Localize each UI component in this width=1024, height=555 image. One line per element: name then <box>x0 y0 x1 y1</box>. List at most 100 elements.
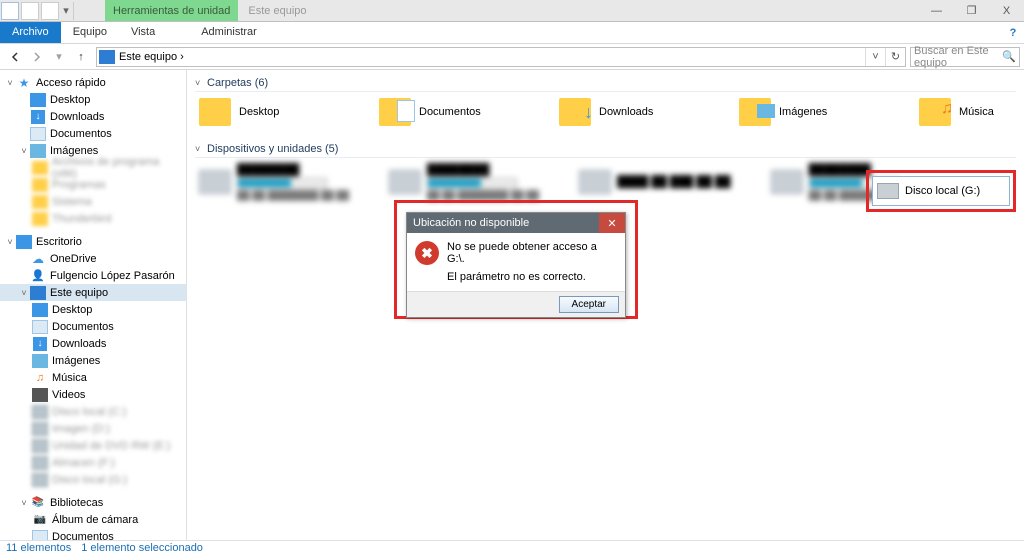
sidebar-blur-3[interactable]: Sistema <box>0 193 186 210</box>
ribbon-tabs: Archivo Equipo Vista Administrar ? <box>0 22 1024 44</box>
sidebar-blur-2[interactable]: Programas <box>0 176 186 193</box>
up-button[interactable]: ↑ <box>70 46 92 68</box>
breadcrumb[interactable]: Este equipo › <box>119 51 184 63</box>
folder-icon <box>559 98 591 126</box>
window-title: Este equipo <box>248 5 306 17</box>
tab-administrar[interactable]: Administrar <box>189 22 269 43</box>
folder-desktop[interactable]: Desktop <box>199 98 319 126</box>
drive-blur-2[interactable]: ██████████ ██ ████████ ██ ██ <box>389 164 539 200</box>
folder-musica[interactable]: Música <box>919 98 1024 126</box>
address-bar[interactable]: Este equipo › ˅ ↻ <box>96 47 906 67</box>
drive-blur-1[interactable]: ██████████ ██ ████████ ██ ██ <box>199 164 349 200</box>
refresh-button[interactable]: ↻ <box>885 48 905 66</box>
help-button[interactable]: ? <box>1002 22 1024 43</box>
sidebar-drive-5[interactable]: Disco local (G:) <box>0 471 186 488</box>
sidebar-blur-4[interactable]: Thunderbird <box>0 210 186 227</box>
cloud-icon <box>30 252 46 266</box>
sidebar-documentos-2[interactable]: Documentos <box>0 318 186 335</box>
accept-button[interactable]: Aceptar <box>559 296 619 313</box>
hdd-icon <box>32 405 48 419</box>
minimize-button[interactable]: — <box>919 0 954 22</box>
address-dropdown-icon[interactable]: ˅ <box>865 48 885 66</box>
status-selection: 1 elemento seleccionado <box>81 542 203 554</box>
folder-icon <box>32 212 48 226</box>
context-tab-drive-tools[interactable]: Herramientas de unidad <box>105 0 238 21</box>
title-bar: ▾ Herramientas de unidad Este equipo — ❐… <box>0 0 1024 22</box>
images-icon <box>32 354 48 368</box>
sidebar-musica[interactable]: Música <box>0 369 186 386</box>
sidebar-onedrive[interactable]: OneDrive <box>0 250 186 267</box>
dialog-message-2: El parámetro no es correcto. <box>447 271 617 283</box>
drive-blur-3[interactable]: ████ ██ ███ ██ ██ <box>579 164 731 200</box>
hdd-icon <box>32 456 48 470</box>
sidebar-imagenes-2[interactable]: Imágenes <box>0 352 186 369</box>
hdd-icon <box>32 439 48 453</box>
sidebar-videos[interactable]: Videos <box>0 386 186 403</box>
sidebar-escritorio[interactable]: ˅Escritorio <box>0 233 186 250</box>
download-icon <box>32 337 48 351</box>
pc-icon <box>30 286 46 300</box>
sidebar-drive-3[interactable]: Unidad de DVD RW (E:) <box>0 437 186 454</box>
document-icon <box>30 127 46 141</box>
close-button[interactable]: X <box>989 0 1024 22</box>
history-dropdown[interactable]: ▾ <box>48 46 70 68</box>
error-icon: ✖ <box>415 241 439 265</box>
folders-group-header[interactable]: ˅Carpetas (6) <box>195 74 1016 92</box>
search-box[interactable]: Buscar en Este equipo 🔍 <box>910 47 1020 67</box>
folder-documentos[interactable]: Documentos <box>379 98 499 126</box>
qat-dropdown-icon[interactable]: ▾ <box>60 4 72 17</box>
sidebar-desktop-2[interactable]: Desktop <box>0 301 186 318</box>
qat-btn-2[interactable] <box>41 2 59 20</box>
forward-button[interactable] <box>26 46 48 68</box>
folder-icon <box>199 98 231 126</box>
sidebar-this-pc[interactable]: ˅Este equipo <box>0 284 186 301</box>
tab-vista[interactable]: Vista <box>119 22 167 43</box>
sidebar-desktop[interactable]: Desktop <box>0 91 186 108</box>
sidebar-quick-access[interactable]: ˅Acceso rápido <box>0 74 186 91</box>
download-icon <box>30 110 46 124</box>
sidebar-downloads-2[interactable]: Downloads <box>0 335 186 352</box>
sidebar-drive-4[interactable]: Almacen (F:) <box>0 454 186 471</box>
drives-group-header[interactable]: ˅Dispositivos y unidades (5) <box>195 140 1016 158</box>
desktop-icon <box>30 93 46 107</box>
folder-icon[interactable] <box>1 2 19 20</box>
sidebar-camera-roll[interactable]: Álbum de cámara <box>0 511 186 528</box>
sidebar-drive-2[interactable]: Imagen (D:) <box>0 420 186 437</box>
nav-row: ▾ ↑ Este equipo › ˅ ↻ Buscar en Este equ… <box>0 44 1024 70</box>
dialog-titlebar[interactable]: Ubicación no disponible ✕ <box>407 213 625 233</box>
hdd-icon <box>32 473 48 487</box>
dialog-close-button[interactable]: ✕ <box>599 213 625 233</box>
status-item-count: 11 elementos <box>6 542 71 554</box>
hdd-icon <box>877 183 899 199</box>
hdd-icon <box>32 422 48 436</box>
folder-icon <box>32 161 48 175</box>
back-button[interactable] <box>4 46 26 68</box>
folder-icon <box>32 195 48 209</box>
sidebar-libraries[interactable]: ˅Bibliotecas <box>0 494 186 511</box>
desktop-icon <box>32 303 48 317</box>
sidebar-drive-1[interactable]: Disco local (C:) <box>0 403 186 420</box>
qat-btn-1[interactable] <box>21 2 39 20</box>
folders-group: ˅Carpetas (6) Desktop Documentos Downloa… <box>195 74 1016 132</box>
music-icon <box>32 371 48 385</box>
navigation-pane: ˅Acceso rápido Desktop Downloads Documen… <box>0 70 187 540</box>
sidebar-user[interactable]: Fulgencio López Pasarón <box>0 267 186 284</box>
folder-icon <box>919 98 951 126</box>
error-dialog: Ubicación no disponible ✕ ✖ No se puede … <box>406 212 626 318</box>
tab-equipo[interactable]: Equipo <box>61 22 119 43</box>
sidebar-blur-1[interactable]: Archivos de programa (x86) <box>0 159 186 176</box>
user-icon <box>30 269 46 283</box>
folder-imagenes[interactable]: Imágenes <box>739 98 859 126</box>
quick-access-toolbar: ▾ <box>0 0 75 21</box>
drive-local-disk-g[interactable]: Disco local (G:) <box>872 176 1010 206</box>
folder-downloads[interactable]: Downloads <box>559 98 679 126</box>
star-icon <box>16 76 32 90</box>
pc-icon <box>99 50 115 64</box>
sidebar-downloads[interactable]: Downloads <box>0 108 186 125</box>
folder-icon <box>32 178 48 192</box>
sidebar-documentos-3[interactable]: Documentos <box>0 528 186 540</box>
tab-file[interactable]: Archivo <box>0 22 61 43</box>
video-icon <box>32 388 48 402</box>
maximize-button[interactable]: ❐ <box>954 0 989 22</box>
sidebar-documentos[interactable]: Documentos <box>0 125 186 142</box>
